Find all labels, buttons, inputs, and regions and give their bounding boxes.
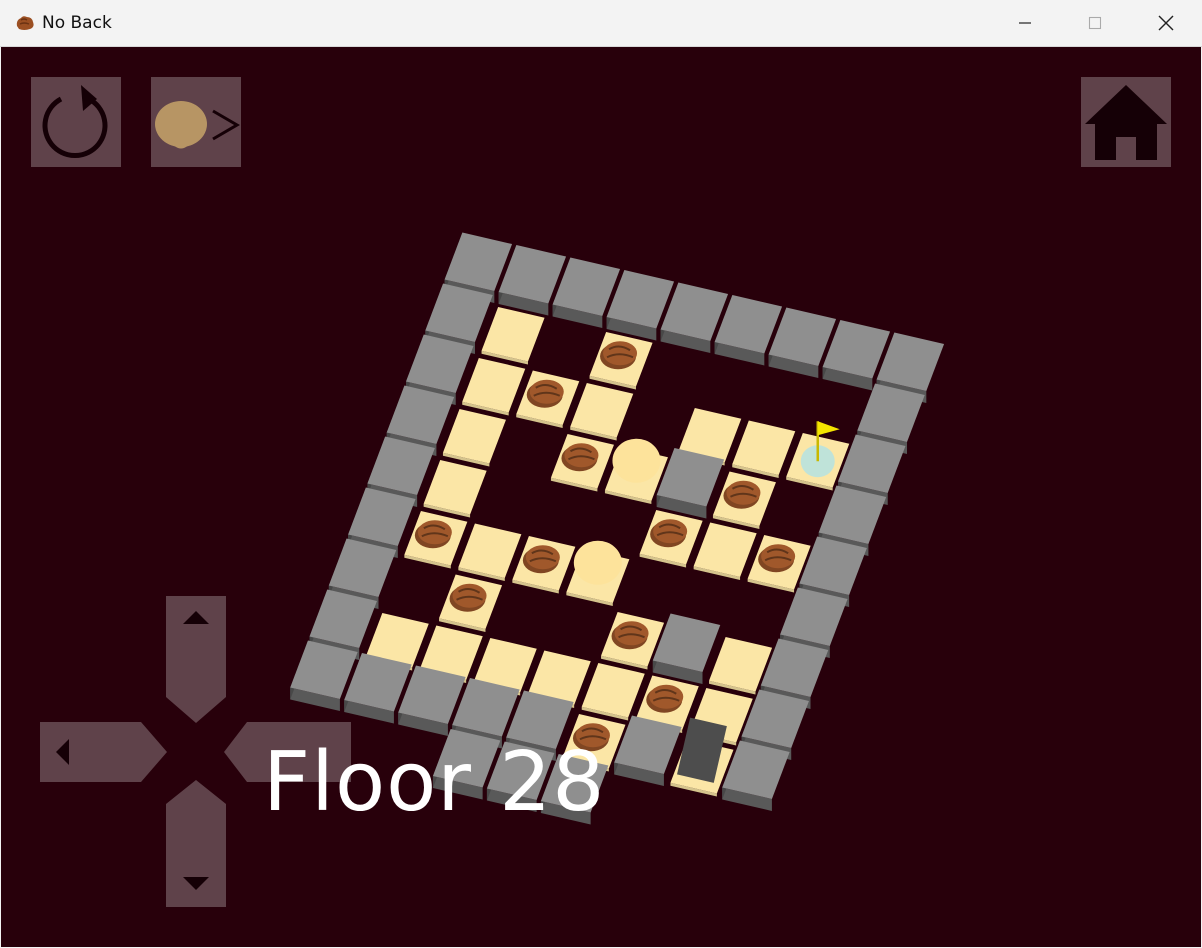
- floor-tile: [693, 522, 757, 581]
- dpad-up-button[interactable]: [166, 596, 226, 723]
- minimize-icon: [1019, 22, 1031, 24]
- floor-tile: [458, 523, 522, 582]
- rock-body: [761, 544, 796, 569]
- window-title: No Back: [42, 13, 112, 33]
- app-rock-icon: [16, 16, 34, 30]
- dpad-left-button[interactable]: [40, 722, 167, 782]
- dpad-down-button[interactable]: [166, 780, 226, 907]
- rock-body: [649, 684, 684, 709]
- restart-icon: [42, 85, 108, 158]
- floor-tile: [442, 408, 506, 467]
- close-icon: [1158, 15, 1174, 31]
- rock-body: [525, 545, 560, 570]
- maximize-button[interactable]: [1060, 0, 1130, 46]
- restart-button[interactable]: [31, 77, 121, 167]
- title-bar: No Back: [0, 0, 1202, 47]
- goal-flag-cloth: [817, 421, 840, 436]
- home-button[interactable]: [1081, 77, 1171, 167]
- rock-body: [614, 621, 649, 646]
- rock-body: [575, 723, 610, 748]
- close-button[interactable]: [1131, 0, 1201, 46]
- rock-body: [452, 583, 487, 608]
- skip-button[interactable]: [151, 77, 241, 167]
- floor-tile: [481, 306, 545, 365]
- wall-block: [540, 754, 609, 825]
- dpad-right-button[interactable]: [224, 722, 351, 782]
- floor-tile: [570, 382, 634, 441]
- home-icon: [1085, 85, 1167, 160]
- floor-tile: [732, 420, 796, 479]
- floor-tile: [423, 459, 487, 518]
- minimize-button[interactable]: [990, 0, 1060, 46]
- game-viewport[interactable]: Floor 28: [1, 47, 1201, 947]
- floor-tile: [581, 662, 645, 721]
- dpad: [40, 596, 351, 907]
- maximize-icon: [1088, 16, 1102, 30]
- player-ball: [573, 540, 622, 585]
- skip-ball-icon: [155, 101, 240, 149]
- floor-tile: [462, 357, 526, 416]
- player-ball: [612, 438, 661, 483]
